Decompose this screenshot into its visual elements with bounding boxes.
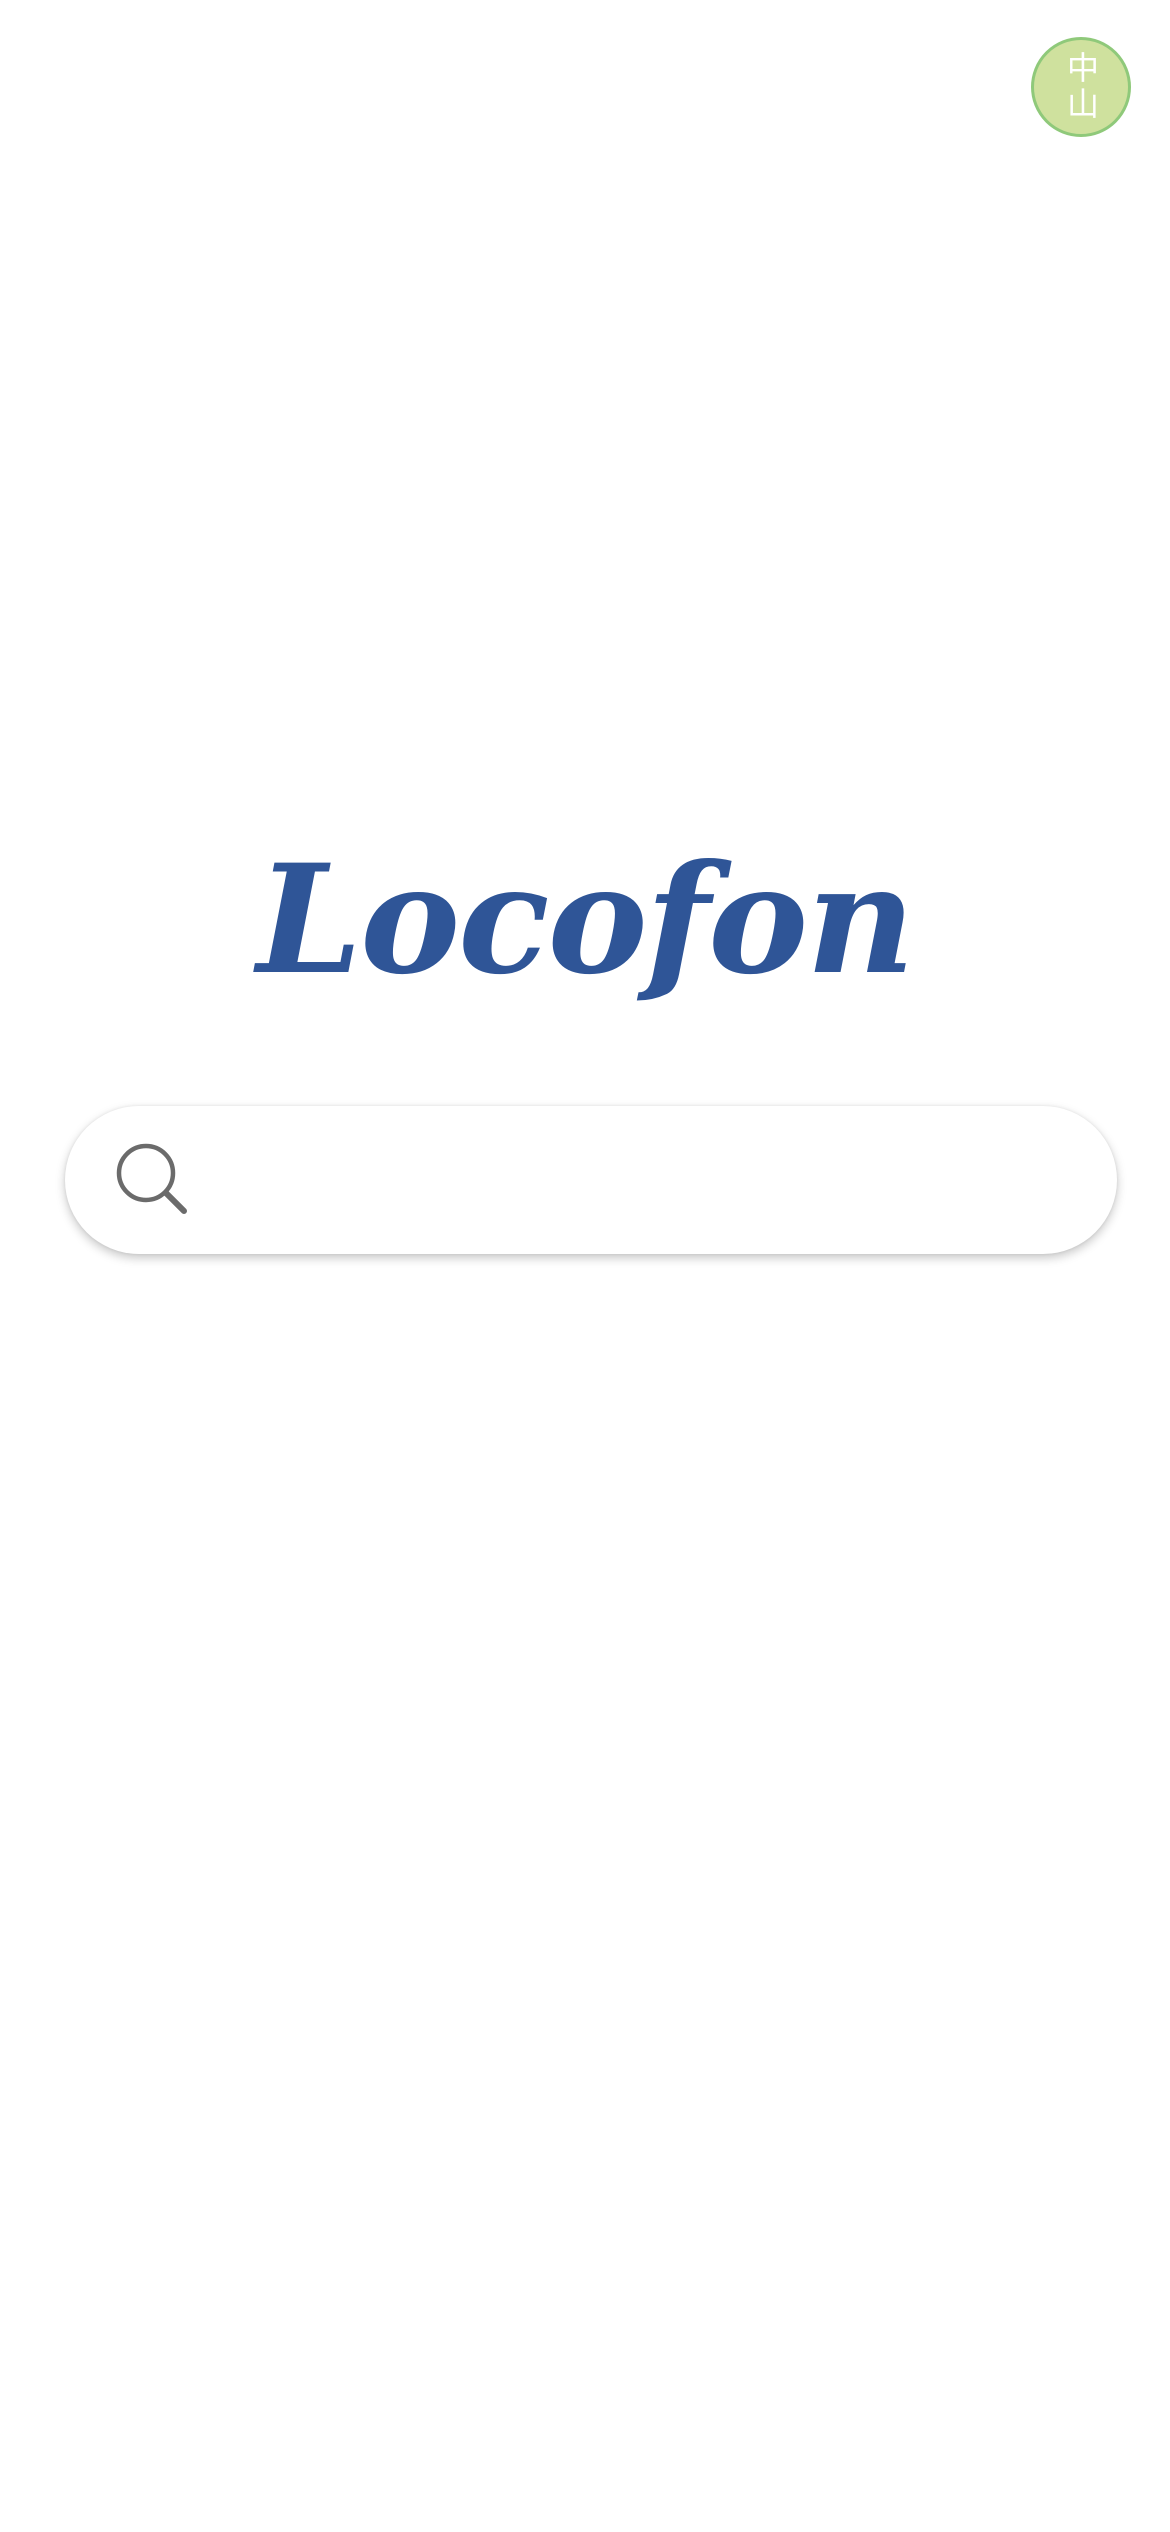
app-screen: 中山 Locofon [0, 0, 1170, 2532]
search-bar[interactable] [65, 1106, 1117, 1254]
logo-container: Locofon [0, 820, 1170, 1020]
avatar-initials: 中山 [1062, 51, 1100, 123]
search-icon [116, 1143, 187, 1214]
search-input[interactable] [193, 1106, 1117, 1254]
user-avatar[interactable]: 中山 [1031, 37, 1131, 137]
app-logo: Locofon [256, 832, 916, 1008]
